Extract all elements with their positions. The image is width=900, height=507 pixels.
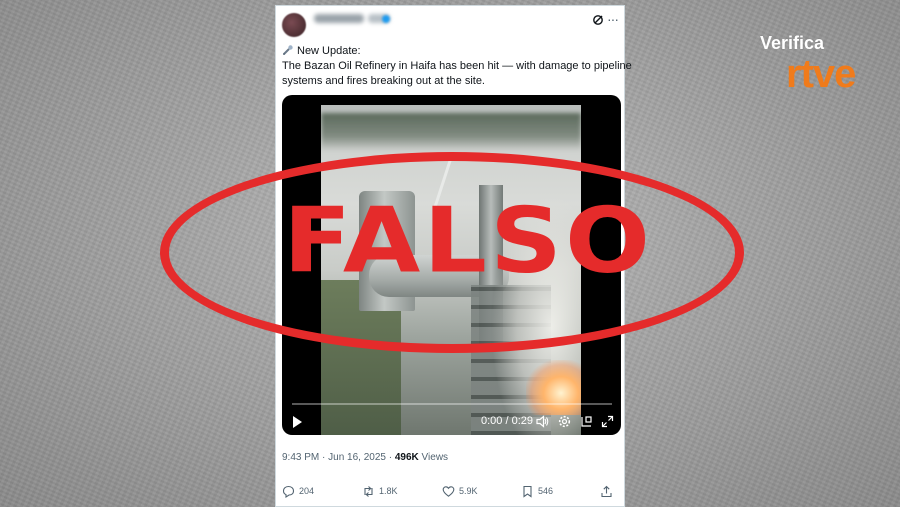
tweet-text: New Update: The Bazan Oil Refinery in Ha… [282,44,632,89]
tweet-text-line: New Update: [282,44,620,59]
scene-fire [526,360,581,415]
share-button[interactable] [600,484,613,498]
tweet-header: ··· [276,6,624,40]
reply-icon [282,485,295,498]
avatar[interactable] [282,13,306,37]
tweet-text-line-1: New Update: [297,45,361,57]
tweet-actions: 204 1.8K 5.9K 546 [276,482,624,502]
bookmark-icon [523,485,532,498]
share-icon [601,485,612,497]
tweet-text-line-2: The Bazan Oil Refinery in Haifa has been… [282,60,632,72]
repost-icon [364,485,373,497]
play-icon[interactable] [292,416,302,428]
author-name-blurred[interactable] [314,14,364,23]
settings-gear-icon[interactable] [558,415,571,428]
fullscreen-icon[interactable] [601,415,614,428]
like-count: 5.9K [459,486,478,496]
more-horizontal-icon[interactable]: ··· [607,9,619,29]
bookmark-count: 546 [538,486,554,496]
like-button[interactable]: 5.9K [442,484,478,498]
tweet-meta: 9:43 PM · Jun 16, 2025 · 496K Views [282,452,449,463]
falso-stamp-label: FALSO [283,187,653,294]
video-controls: 0:00 / 0:29 [282,411,621,433]
bookmark-button[interactable]: 546 [521,484,553,498]
tweet-timestamp[interactable]: 9:43 PM · Jun 16, 2025 [282,452,386,463]
volume-icon[interactable] [536,415,549,428]
tweet-text-line-3: systems and fires breaking out at the si… [282,75,485,87]
repost-button[interactable]: 1.8K [362,484,398,498]
verified-badge-icon [382,15,390,23]
wrench-tool-icon [283,45,293,55]
video-progress-bar[interactable] [292,403,612,405]
verifica-logo-text: Verifica [760,33,825,53]
video-time: 0:00 / 0:29 [481,415,533,427]
views-count: 496K [394,452,419,463]
rtve-logo-text: rtve [786,52,856,96]
views-label: Views [421,452,449,463]
heart-icon [442,485,455,497]
reply-count: 204 [299,486,315,496]
grok-icon[interactable] [592,14,604,26]
scene-treeline [321,113,581,151]
picture-in-picture-icon[interactable] [580,415,593,428]
reply-button[interactable]: 204 [282,484,314,498]
repost-count: 1.8K [379,486,398,496]
